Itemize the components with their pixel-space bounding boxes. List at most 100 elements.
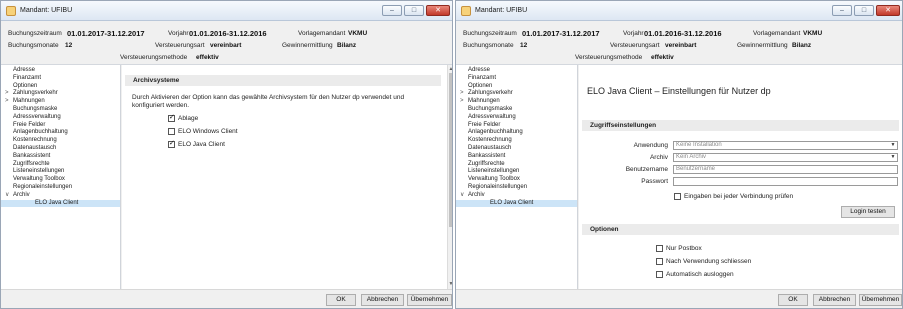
versteuerungsmethode-label: Versteuerungsmethode [575,54,643,61]
tree-item-bankassistent[interactable]: Bankassistent [456,153,577,161]
minimize-button[interactable]: – [832,5,852,16]
tree-item-anlagenbuchhaltung[interactable]: Anlagenbuchhaltung [456,129,577,137]
tree-item-kostenrechnung[interactable]: Kostenrechnung [1,137,120,145]
checkbox-ablage[interactable]: Ablage [168,113,198,122]
close-button[interactable]: ✕ [426,5,450,16]
tree-item-optionen[interactable]: Optionen [1,83,120,91]
checkbox-checked-icon[interactable] [168,139,175,148]
tree-item-finanzamt[interactable]: Finanzamt [456,75,577,83]
ok-button[interactable]: OK [778,294,808,306]
checkbox-unchecked-icon[interactable] [168,128,175,135]
scroll-up-icon[interactable]: ▲ [448,66,452,72]
title-bar[interactable]: Mandant: UFIBU – □ ✕ [1,1,452,21]
mandant-info: Buchungszeitraum 01.01.2017-31.12.2017 V… [1,21,452,64]
tree-item-finanzamt[interactable]: Finanzamt [1,75,120,83]
passwort-input[interactable] [673,177,898,186]
buchungszeitraum-value: 01.01.2017-31.12.2017 [67,29,145,38]
chevron-right-icon[interactable]: > [5,90,9,98]
vertical-scrollbar[interactable]: ▲ ▼ [447,65,452,289]
tree-item-adressverwaltung[interactable]: Adressverwaltung [456,114,577,122]
ok-button[interactable]: OK [326,294,356,306]
apply-button[interactable]: Übernehmen [407,294,452,306]
maximize-button[interactable]: □ [404,5,424,16]
tree-list: Adresse Finanzamt Optionen > Zahlungsverk… [456,65,577,208]
tree-item-regionaleinstellungen[interactable]: Regionaleinstellungen [456,184,577,192]
maximize-button[interactable]: □ [854,5,874,16]
dialog-button-bar: OK Abbrechen Übernehmen [1,289,452,308]
chevron-right-icon[interactable]: > [460,90,464,98]
benutzername-input[interactable]: Benutzername [673,165,898,174]
apply-button[interactable]: Übernehmen [859,294,902,306]
tree-item-elo-java-client[interactable]: ELO Java Client [456,199,577,208]
tree-item-zugriffsrechte[interactable]: Zugriffsrechte [456,161,577,169]
vorlagemandant-value: VKMU [803,30,823,37]
checkbox-unchecked-icon[interactable] [656,245,663,252]
dialog-button-bar: OK Abbrechen Übernehmen [456,289,902,308]
versteuerungsart-value: vereinbart [210,42,242,49]
archiv-select[interactable]: Kein Archiv ▼ [673,153,898,162]
dropdown-arrow-icon[interactable]: ▼ [890,143,896,148]
tree-item-freie-felder[interactable]: Freie Felder [456,122,577,130]
tree-item-zugriffsrechte[interactable]: Zugriffsrechte [1,161,120,169]
tree-item-anlagenbuchhaltung[interactable]: Anlagenbuchhaltung [1,129,120,137]
chevron-right-icon[interactable]: > [460,98,464,106]
checkbox-automatisch-ausloggen[interactable]: Automatisch ausloggen [656,271,734,278]
anwendung-select[interactable]: Keine Installation ▼ [673,141,898,150]
checkbox-eingaben-pruefen[interactable]: Eingaben bei jeder Verbindung prüfen [674,193,793,200]
tree-item-zahlungsverkehr[interactable]: > Zahlungsverkehr [456,90,577,98]
elo-java-client-settings-panel: ELO Java Client – Einstellungen für Nutz… [579,65,902,289]
tree-item-bankassistent[interactable]: Bankassistent [1,153,120,161]
tree-item-listeneinstellungen[interactable]: Listeneinstellungen [456,168,577,176]
tree-item-archiv[interactable]: ∨ Archiv [1,192,120,200]
tree-item-adressverwaltung[interactable]: Adressverwaltung [1,114,120,122]
tree-item-verwaltung-toolbox[interactable]: Verwaltung Toolbox [1,176,120,184]
chevron-right-icon[interactable]: > [5,98,9,106]
tree-item-adresse[interactable]: Adresse [456,67,577,75]
tree-item-listeneinstellungen[interactable]: Listeneinstellungen [1,168,120,176]
gewinnermittlung-label: Gewinnermittlung [282,42,333,49]
checkbox-unchecked-icon[interactable] [656,258,663,265]
minimize-button[interactable]: – [382,5,402,16]
tree-item-regionaleinstellungen[interactable]: Regionaleinstellungen [1,184,120,192]
vorjahr-label: Vorjahr [623,30,644,37]
title-bar[interactable]: Mandant: UFIBU – □ ✕ [456,1,902,21]
page-title: ELO Java Client – Einstellungen für Nutz… [587,86,771,96]
tree-item-datenaustausch[interactable]: Datenaustausch [1,145,120,153]
checkbox-checked-icon[interactable] [168,113,175,122]
tree-item-elo-java-client[interactable]: ELO Java Client [1,199,120,208]
login-test-button[interactable]: Login testen [841,206,895,218]
cancel-button[interactable]: Abbrechen [361,294,404,306]
tree-item-optionen[interactable]: Optionen [456,83,577,91]
chevron-down-icon[interactable]: ∨ [5,192,9,200]
tree-item-datenaustausch[interactable]: Datenaustausch [456,145,577,153]
app-icon [461,6,471,16]
scrollbar-thumb[interactable] [449,73,452,227]
mandant-info: Buchungszeitraum 01.01.2017-31.12.2017 V… [456,21,902,64]
checkbox-nur-postbox[interactable]: Nur Postbox [656,245,702,252]
versteuerungsart-value: vereinbart [665,42,697,49]
scroll-down-icon[interactable]: ▼ [448,281,452,287]
section-header-archivsysteme: Archivsysteme [125,75,441,86]
chevron-down-icon[interactable]: ∨ [460,192,464,200]
tree-item-archiv[interactable]: ∨ Archiv [456,192,577,200]
tree-list: Adresse Finanzamt Optionen > Zahlungsverk… [1,65,120,208]
close-button[interactable]: ✕ [876,5,900,16]
tree-item-zahlungsverkehr[interactable]: > Zahlungsverkehr [1,90,120,98]
checkbox-unchecked-icon[interactable] [674,193,681,200]
checkbox-elo-windows-client[interactable]: ELO Windows Client [168,128,238,135]
tree-item-verwaltung-toolbox[interactable]: Verwaltung Toolbox [456,176,577,184]
tree-item-adresse[interactable]: Adresse [1,67,120,75]
tree-item-kostenrechnung[interactable]: Kostenrechnung [456,137,577,145]
tree-item-mahnungen[interactable]: > Mahnungen [1,98,120,106]
checkbox-unchecked-icon[interactable] [656,271,663,278]
tree-item-freie-felder[interactable]: Freie Felder [1,122,120,130]
tree-item-buchungsmaske[interactable]: Buchungsmaske [456,106,577,114]
tree-item-buchungsmaske[interactable]: Buchungsmaske [1,106,120,114]
checkbox-elo-java-client[interactable]: ELO Java Client [168,139,225,148]
dropdown-arrow-icon[interactable]: ▼ [890,155,896,160]
tree-item-mahnungen[interactable]: > Mahnungen [456,98,577,106]
cancel-button[interactable]: Abbrechen [813,294,856,306]
section-header-zugriffseinstellungen: Zugriffseinstellungen [582,120,899,131]
archiv-label: Archiv [649,154,668,161]
checkbox-nach-verwendung-schliessen[interactable]: Nach Verwendung schliessen [656,258,751,265]
